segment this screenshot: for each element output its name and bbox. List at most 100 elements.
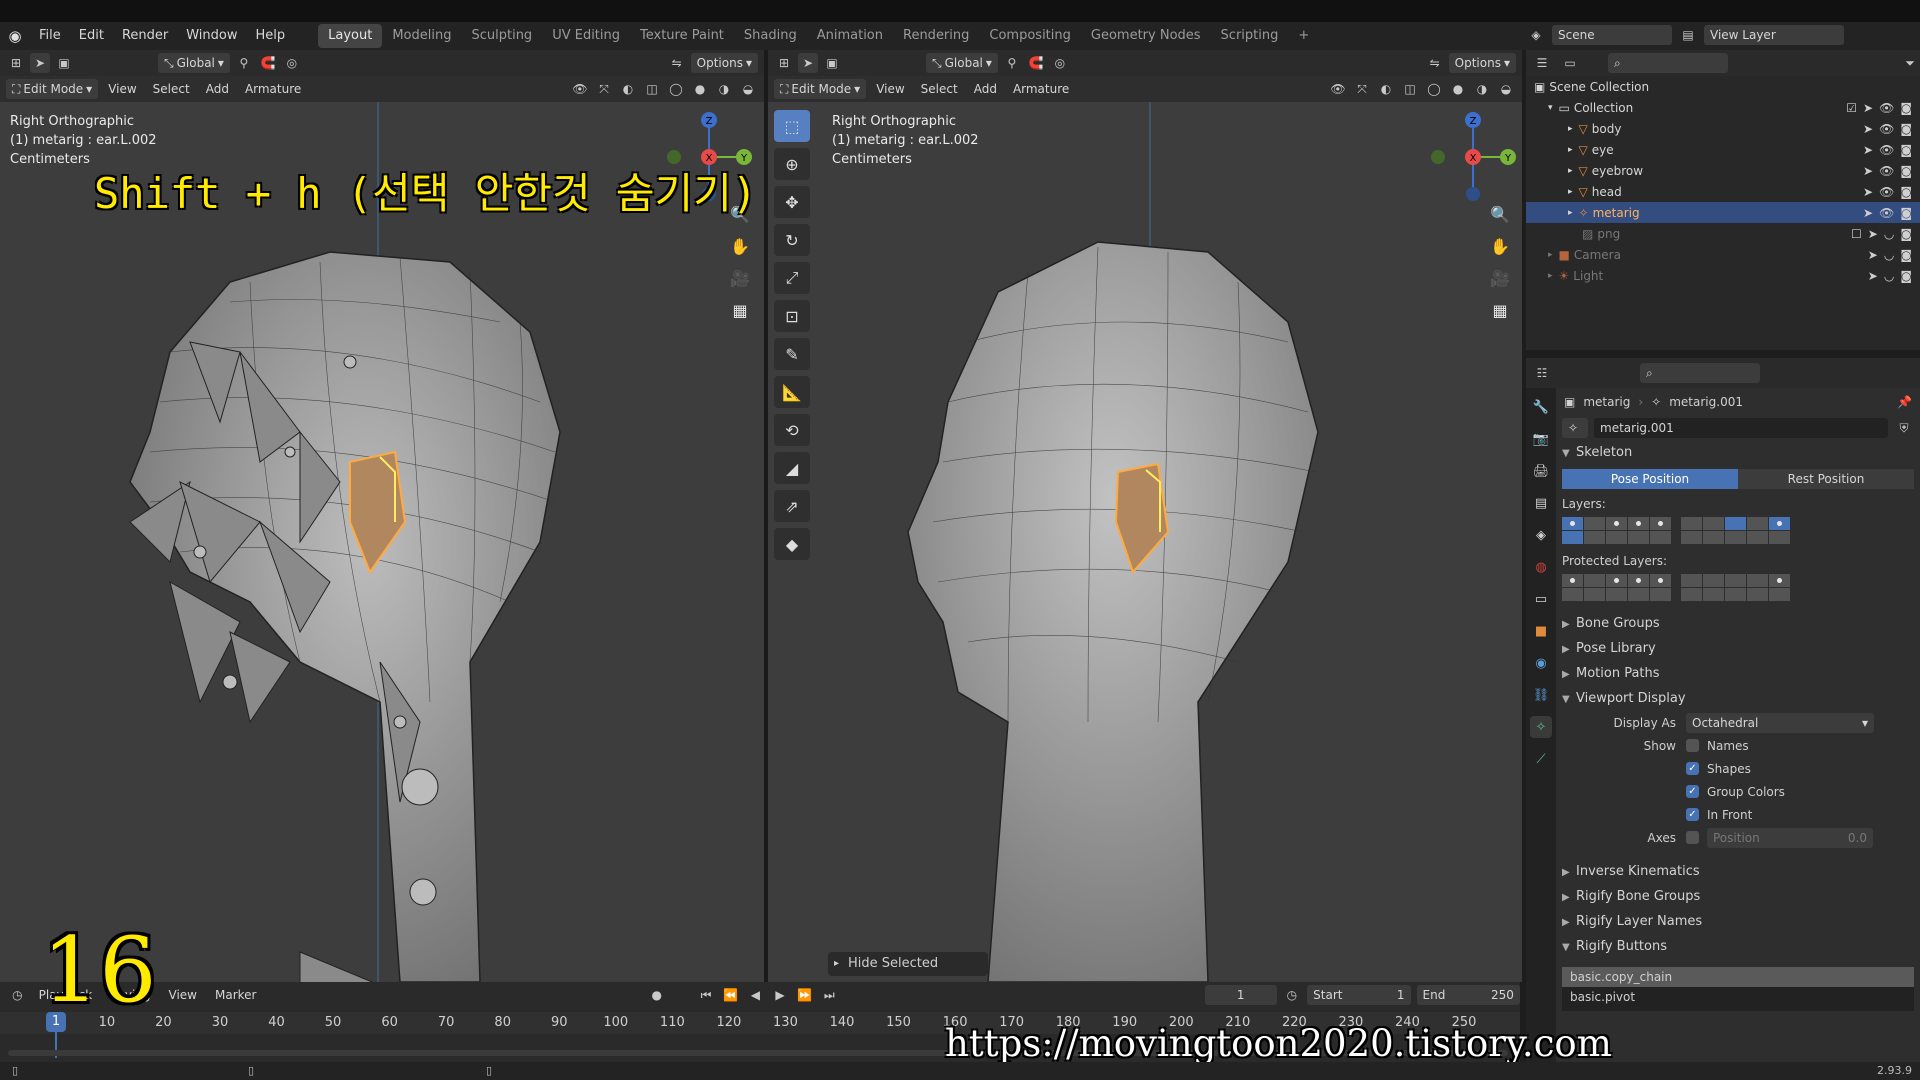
workspace-tab-geometry-nodes[interactable]: Geometry Nodes [1081, 24, 1211, 48]
jump-end-icon[interactable]: ⏭ [820, 985, 839, 1005]
blender-logo-icon[interactable]: ◉ [0, 22, 30, 50]
eye-icon[interactable]: 👁 [1879, 122, 1894, 136]
select-icon[interactable]: ➤ [1863, 143, 1873, 157]
layer-cell[interactable] [1769, 517, 1790, 530]
layer-cell[interactable] [1562, 588, 1583, 601]
overlay-toggle-icon[interactable]: ◐ [1376, 79, 1396, 99]
outliner-item[interactable]: ▸ ▽ eyebrow ➤ 👁 ◙ [1526, 160, 1920, 181]
view-layer-selector[interactable]: View Layer [1704, 25, 1844, 45]
ortho-grid-icon[interactable]: ▦ [726, 296, 754, 324]
layer-cell[interactable] [1628, 574, 1649, 587]
layer-cell[interactable] [1747, 574, 1768, 587]
outliner-editor-icon[interactable]: ☰ [1532, 53, 1552, 73]
eye-icon[interactable]: 👁 [1879, 206, 1894, 220]
layer-cell[interactable] [1725, 517, 1746, 530]
layer-cell[interactable] [1562, 517, 1583, 530]
workspace-tab-sculpting[interactable]: Sculpting [461, 24, 542, 48]
motion-paths-section[interactable]: ▶ Motion Paths [1556, 661, 1920, 686]
layer-cell[interactable] [1628, 517, 1649, 530]
camera-view-icon[interactable]: 🎥 [1486, 264, 1514, 292]
rigify-buttons-section[interactable]: ▼ Rigify Buttons [1556, 934, 1920, 959]
outliner-scene-collection[interactable]: ▣ Scene Collection [1526, 76, 1920, 97]
camera-icon[interactable]: ◙ [1900, 122, 1912, 136]
outliner-collection[interactable]: ▾ ▭ Collection ☑ ➤ 👁 ◙ [1526, 97, 1920, 118]
right-viewport[interactable]: Right Orthographic (1) metarig : ear.L.0… [768, 102, 1522, 982]
transform-orientation-dropdown[interactable]: ⤡ Global ▾ [926, 53, 998, 73]
render-tab-icon[interactable]: 📷 [1530, 428, 1552, 450]
layer-cell[interactable] [1703, 574, 1724, 587]
layer-cell[interactable] [1650, 517, 1671, 530]
scene-icon[interactable]: ◈ [1526, 25, 1546, 45]
layer-cell[interactable] [1650, 588, 1671, 601]
workspace-tab-shading[interactable]: Shading [734, 24, 807, 48]
layer-cell[interactable] [1584, 574, 1605, 587]
armature-browse-icon[interactable]: ✧ [1562, 418, 1588, 438]
menu-select[interactable]: Select [915, 79, 964, 99]
record-icon[interactable]: ● [647, 985, 666, 1005]
end-frame-field[interactable]: End 250 [1416, 985, 1520, 1005]
gizmo-toggle-icon[interactable]: ⤧ [594, 79, 614, 99]
layers-block-left[interactable] [1562, 517, 1671, 544]
datablock-name-field[interactable]: metarig.001 [1594, 418, 1888, 438]
menu-view[interactable]: View [870, 79, 910, 99]
editor-type-icon[interactable]: ⊞ [6, 53, 26, 73]
pan-hand-icon[interactable]: ✋ [726, 232, 754, 260]
protected-layers-block-left[interactable] [1562, 574, 1671, 601]
snap-icon[interactable]: 🧲 [258, 53, 278, 73]
xray-toggle-icon[interactable]: ◫ [642, 79, 662, 99]
select-box-tool-icon[interactable]: ⬚ [774, 110, 810, 142]
measure-tool-icon[interactable]: 📐 [774, 376, 810, 408]
camera-icon[interactable]: ◙ [1900, 143, 1912, 157]
display-as-dropdown[interactable]: Octahedral ▾ [1686, 712, 1874, 733]
select-mode-icons[interactable]: ▣ [54, 53, 74, 73]
pose-library-section[interactable]: ▶ Pose Library [1556, 636, 1920, 661]
select-mode-icons[interactable]: ▣ [822, 53, 842, 73]
eye-icon[interactable]: 👁 [1879, 185, 1894, 199]
outliner-item[interactable]: ▸ ▽ head ➤ 👁 ◙ [1526, 181, 1920, 202]
pan-hand-icon[interactable]: ✋ [1486, 232, 1514, 260]
timeline-view-menu[interactable]: View [163, 985, 203, 1005]
output-tab-icon[interactable]: 🖨 [1530, 460, 1552, 482]
workspace-tab-uv-editing[interactable]: UV Editing [542, 24, 630, 48]
visibility-icon[interactable]: 👁 [570, 79, 590, 99]
layer-cell[interactable] [1747, 531, 1768, 544]
select-icon[interactable]: ➤ [1863, 164, 1873, 178]
properties-editor-icon[interactable]: ☷ [1532, 363, 1552, 383]
camera-view-icon[interactable]: 🎥 [726, 264, 754, 292]
menu-add[interactable]: Add [968, 79, 1003, 99]
layer-cell[interactable] [1725, 574, 1746, 587]
proportional-edit-icon[interactable]: ◎ [282, 53, 302, 73]
marker-menu[interactable]: Marker [209, 985, 262, 1005]
layer-cell[interactable] [1681, 517, 1702, 530]
camera-icon[interactable]: ◙ [1900, 185, 1912, 199]
menu-view[interactable]: View [102, 79, 142, 99]
camera-icon[interactable]: ◙ [1900, 206, 1912, 220]
layer-cell[interactable] [1650, 531, 1671, 544]
layers-block-right[interactable] [1681, 517, 1790, 544]
layer-cell[interactable] [1606, 588, 1627, 601]
layer-cell[interactable] [1606, 574, 1627, 587]
outliner-item[interactable]: ▨ png ☐ ➤ ◡ ◙ [1526, 223, 1920, 244]
outliner-search-field[interactable]: ⌕ [1608, 53, 1728, 73]
menu-help[interactable]: Help [247, 22, 295, 50]
bone-tab-icon[interactable]: ⟋ [1530, 748, 1552, 770]
axes-checkbox[interactable] [1686, 831, 1699, 844]
layer-cell[interactable] [1747, 517, 1768, 530]
ortho-grid-icon[interactable]: ▦ [1486, 296, 1514, 324]
move-tool-icon[interactable]: ✥ [774, 186, 810, 218]
select-icon[interactable]: ➤ [1863, 185, 1873, 199]
layer-cell[interactable] [1650, 574, 1671, 587]
add-workspace-icon[interactable]: + [1288, 24, 1319, 48]
layer-cell[interactable] [1628, 588, 1649, 601]
select-icon[interactable]: ➤ [1863, 122, 1873, 136]
layer-cell[interactable] [1681, 588, 1702, 601]
protected-layers-block-right[interactable] [1681, 574, 1790, 601]
pivot-icon[interactable]: ⚲ [1002, 53, 1022, 73]
layer-cell[interactable] [1681, 531, 1702, 544]
camera-icon[interactable]: ◙ [1900, 164, 1912, 178]
rest-position-button[interactable]: Rest Position [1738, 469, 1914, 489]
material-shading-icon[interactable]: ◑ [1472, 79, 1492, 99]
rigify-type-list[interactable]: basic.copy_chain basic.pivot [1562, 967, 1914, 1011]
transform-tool-icon[interactable]: ⊡ [774, 300, 810, 332]
workspace-tab-compositing[interactable]: Compositing [979, 24, 1081, 48]
